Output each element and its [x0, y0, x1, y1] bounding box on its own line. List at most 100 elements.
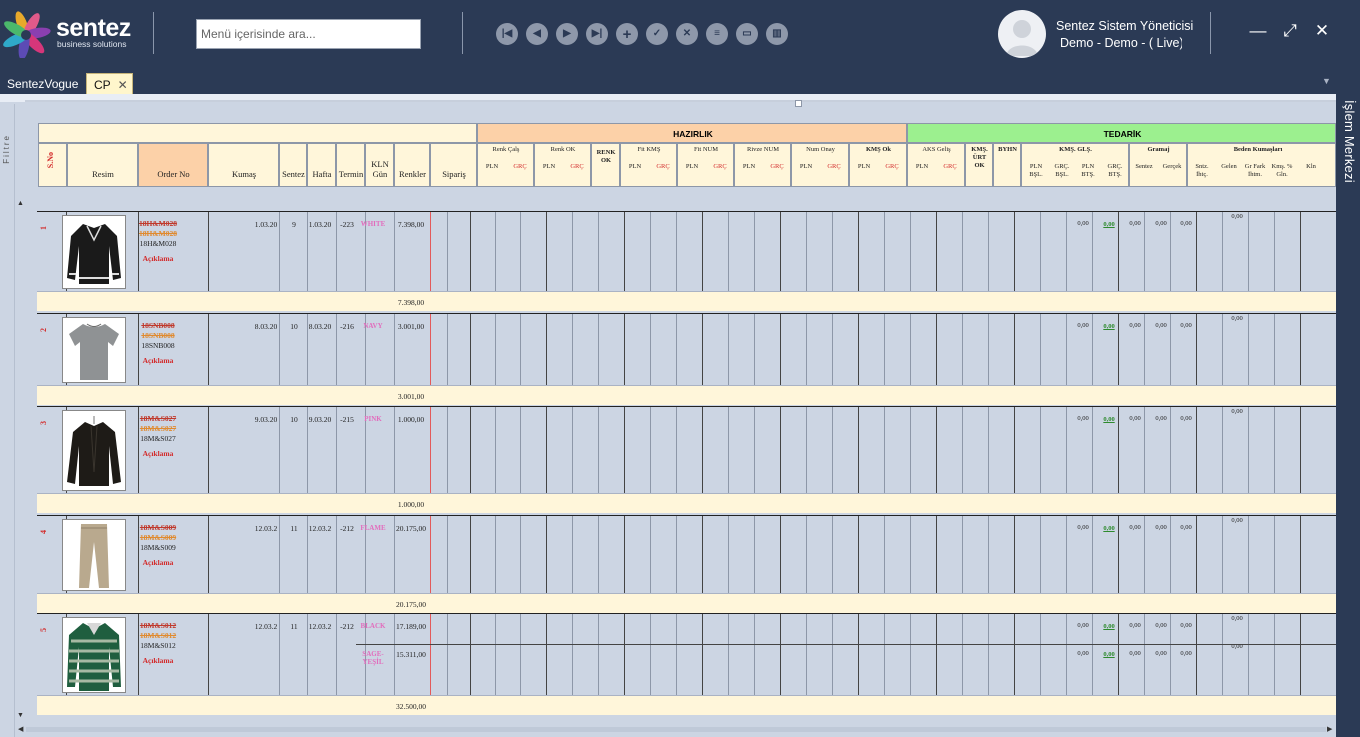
- grid-divider: [624, 314, 625, 385]
- horizontal-scrollbar[interactable]: [26, 727, 1326, 732]
- first-record-icon[interactable]: |◀: [496, 23, 518, 45]
- list-icon[interactable]: ≡: [706, 23, 728, 45]
- minimize-icon[interactable]: —: [1247, 20, 1269, 42]
- grid-divider: [832, 614, 833, 695]
- col-kms-ok[interactable]: KMŞ Ok PLN GRÇ: [849, 143, 907, 187]
- scroll-left-icon[interactable]: ◀: [18, 725, 23, 733]
- col-grc: GRÇ: [827, 163, 841, 170]
- table-row[interactable]: 2 18SNB008 18SNB008 18SNB008 Açıklama 8.…: [37, 313, 1336, 385]
- col-kln-gun[interactable]: KLN Gün: [365, 143, 394, 187]
- grid-divider: [650, 212, 651, 291]
- grid-divider: [806, 407, 807, 493]
- table-row[interactable]: 5 18M&S012 18M&S012 18M&S012 Açıklama 12…: [37, 613, 1336, 695]
- tab-sentezvogue[interactable]: SentezVogue: [0, 73, 86, 94]
- order-no-original: 18H&M028: [139, 219, 177, 228]
- grc-bts-value[interactable]: 0,00: [1097, 525, 1121, 532]
- grc-bts-value[interactable]: 0,00: [1097, 416, 1121, 423]
- order-no-cell[interactable]: 18M&S012 18M&S012 18M&S012 Açıklama: [134, 621, 182, 666]
- scroll-down-icon[interactable]: ▼: [17, 712, 24, 719]
- user-environment: Demo - Demo - ( Live): [1060, 36, 1182, 50]
- product-image[interactable]: [62, 617, 126, 693]
- aciklama-link[interactable]: Açıklama: [134, 356, 182, 366]
- aciklama-link[interactable]: Açıklama: [134, 254, 182, 264]
- color-qty: 15.311,00: [396, 650, 426, 659]
- order-no-revised: 18SNB008: [141, 331, 175, 340]
- scroll-up-icon[interactable]: ▲: [17, 200, 24, 207]
- hafta-value: 11: [290, 524, 298, 533]
- col-byhn[interactable]: BYHN: [993, 143, 1021, 187]
- aciklama-link[interactable]: Açıklama: [134, 656, 182, 666]
- grid-divider: [520, 516, 521, 593]
- grid-divider: [1066, 314, 1067, 385]
- grid-divider: [650, 407, 651, 493]
- table-row[interactable]: 1 18H&M028 18H&M028 18H&M028 Açıklama 1.…: [37, 211, 1336, 291]
- table-row[interactable]: 3 18M&S027 18M&S027 18M&S027 Açıklama 9.…: [37, 406, 1336, 493]
- product-image[interactable]: [62, 410, 126, 491]
- order-no-cell[interactable]: 18H&M028 18H&M028 18H&M028 Açıklama: [134, 219, 182, 264]
- col-gramaj[interactable]: Gramaj Sentez Gerçek: [1129, 143, 1187, 187]
- grc-bts-value[interactable]: 0,00: [1097, 651, 1121, 658]
- check-icon[interactable]: ✓: [646, 23, 668, 45]
- col-hafta[interactable]: Hafta: [307, 143, 336, 187]
- tab-cp[interactable]: CP ✕: [86, 73, 133, 94]
- col-num-onay[interactable]: Num Onay PLN GRÇ: [791, 143, 849, 187]
- col-kumas[interactable]: Kumaş: [208, 143, 279, 187]
- grc-bts-value[interactable]: 0,00: [1097, 221, 1121, 228]
- col-kms-gls[interactable]: KMŞ. GLŞ. PLN BŞL. GRÇ. BŞL. PLN BTŞ. GR…: [1021, 143, 1129, 187]
- termin-date: 12.03.2: [308, 524, 332, 533]
- product-image[interactable]: [62, 519, 126, 591]
- add-icon[interactable]: +: [616, 23, 638, 45]
- col-resim[interactable]: Resim: [67, 143, 138, 187]
- grc-bts-value[interactable]: 0,00: [1097, 623, 1121, 630]
- col-termin[interactable]: Termin: [336, 143, 365, 187]
- splitter-handle[interactable]: [795, 100, 802, 107]
- col-kms-urt-ok[interactable]: KMŞ. ÜRT OK: [965, 143, 993, 187]
- col-sno[interactable]: S.No: [38, 143, 67, 187]
- col-renk-ok[interactable]: Renk OK PLN GRÇ: [534, 143, 591, 187]
- col-renkler[interactable]: Renkler: [394, 143, 430, 187]
- islem-merkezi-panel[interactable]: [1336, 94, 1360, 737]
- card-icon[interactable]: ▭: [736, 23, 758, 45]
- islem-merkezi-label[interactable]: İşlem Merkezi: [1342, 100, 1357, 183]
- tab-close-icon[interactable]: ✕: [118, 78, 128, 92]
- col-beden-kumaslari[interactable]: Beden Kumaşları Sntz. İhtç. Gelen Gr Far…: [1187, 143, 1336, 187]
- avatar[interactable]: [998, 10, 1046, 58]
- col-aks-gelis[interactable]: AKS Geliş PLN GRÇ: [907, 143, 965, 187]
- menu-search-input[interactable]: [196, 19, 421, 49]
- product-image[interactable]: [62, 215, 126, 289]
- grid-divider: [1248, 314, 1249, 385]
- cancel-icon[interactable]: ✕: [676, 23, 698, 45]
- col-fit-num[interactable]: Fit NUM PLN GRÇ: [677, 143, 734, 187]
- order-no-cell[interactable]: 18SNB008 18SNB008 18SNB008 Açıklama: [134, 321, 182, 366]
- col-sentez[interactable]: Sentez: [279, 143, 307, 187]
- table-row[interactable]: 4 18M&S009 18M&S009 18M&S009 Açıklama 12…: [37, 515, 1336, 593]
- order-no-cell[interactable]: 18M&S009 18M&S009 18M&S009 Açıklama: [134, 523, 182, 568]
- close-icon[interactable]: ✕: [1311, 20, 1333, 42]
- col-fit-kms[interactable]: Fit KMŞ PLN GRÇ: [620, 143, 677, 187]
- order-no-cell[interactable]: 18M&S027 18M&S027 18M&S027 Açıklama: [134, 414, 182, 459]
- order-no-current: 18M&S012: [140, 641, 176, 650]
- col-renk-ok-flag[interactable]: RENK OK: [591, 143, 620, 187]
- chevron-down-icon[interactable]: ▼: [1322, 76, 1331, 86]
- col-rivze-num[interactable]: Rivze NUM PLN GRÇ: [734, 143, 791, 187]
- grid-divider: [884, 314, 885, 385]
- maximize-icon[interactable]: ⤢: [1279, 20, 1301, 42]
- pln-bts-value: 0,00: [1077, 622, 1089, 629]
- col-gramaj-gercek: Gerçek: [1162, 163, 1182, 170]
- product-image[interactable]: [62, 317, 126, 383]
- last-record-icon[interactable]: ▶|: [586, 23, 608, 45]
- col-siparis[interactable]: Sipariş: [430, 143, 477, 187]
- col-renk-calis[interactable]: Renk Çalş PLN GRÇ: [477, 143, 534, 187]
- col-order-no[interactable]: Order No: [138, 143, 208, 187]
- col-kms-urt-ok-label: KMŞ. ÜRT OK: [971, 146, 988, 169]
- next-record-icon[interactable]: ▶: [556, 23, 578, 45]
- aciklama-link[interactable]: Açıklama: [134, 449, 182, 459]
- trash-icon[interactable]: ▥: [766, 23, 788, 45]
- grid-divider: [208, 212, 209, 291]
- filter-panel[interactable]: Filtre: [0, 104, 15, 737]
- grc-bts-value[interactable]: 0,00: [1097, 323, 1121, 330]
- aciklama-link[interactable]: Açıklama: [134, 558, 182, 568]
- prev-record-icon[interactable]: ◀: [526, 23, 548, 45]
- grid-divider: [884, 516, 885, 593]
- scroll-right-icon[interactable]: ▶: [1327, 725, 1332, 733]
